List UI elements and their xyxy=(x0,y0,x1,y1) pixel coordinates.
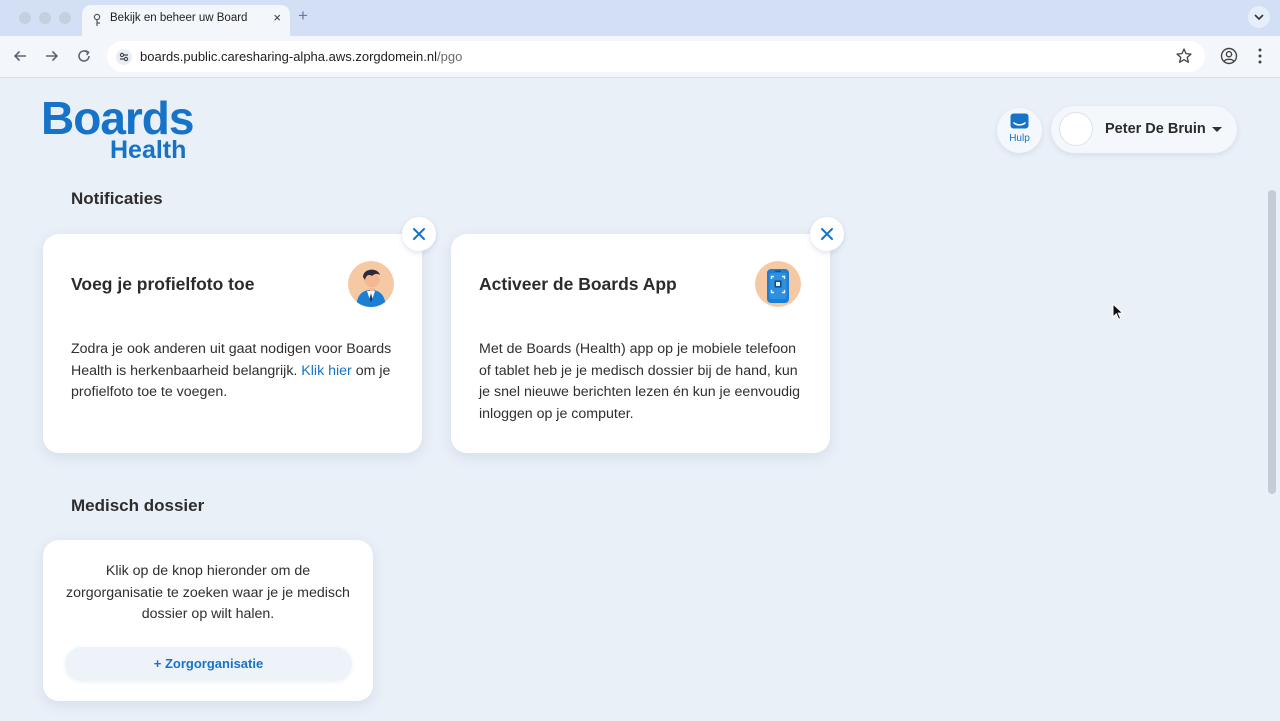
boards-health-logo[interactable]: Boards Health xyxy=(41,92,194,164)
page-content: Boards Health Hulp Peter De Bruin Notifi… xyxy=(0,78,1280,721)
dismiss-profile-photo-button[interactable] xyxy=(402,217,436,251)
url-text: boards.public.caresharing-alpha.aws.zorg… xyxy=(140,49,462,64)
back-button[interactable] xyxy=(10,46,30,66)
tab-title: Bekijk en beheer uw Boards xyxy=(110,12,248,24)
medical-record-card: Klik op de knop hieronder om de zorgorga… xyxy=(43,540,373,701)
dismiss-activate-app-button[interactable] xyxy=(810,217,844,251)
browser-tab[interactable]: Bekijk en beheer uw Boards × xyxy=(82,5,290,36)
browser-toolbar: boards.public.caresharing-alpha.aws.zorg… xyxy=(0,36,1280,78)
card-title: Voeg je profielfoto toe xyxy=(71,274,255,294)
tab-search-button[interactable] xyxy=(1248,6,1270,28)
arrow-left-icon xyxy=(13,50,26,62)
caret-down-icon xyxy=(1212,127,1222,132)
address-bar[interactable]: boards.public.caresharing-alpha.aws.zorg… xyxy=(107,41,1205,72)
close-icon xyxy=(413,228,425,240)
close-icon xyxy=(821,228,833,240)
medical-record-heading: Medisch dossier xyxy=(71,496,205,515)
page-scrollbar[interactable] xyxy=(1268,190,1276,494)
url-host: boards.public.caresharing-alpha.aws.zorg… xyxy=(140,49,438,64)
reload-button[interactable] xyxy=(74,46,94,66)
add-care-organisation-button[interactable]: + Zorgorganisatie xyxy=(65,647,352,681)
site-favicon-icon xyxy=(93,13,101,26)
arrow-right-icon xyxy=(46,50,59,62)
window-close-dot[interactable] xyxy=(19,12,31,24)
add-photo-link[interactable]: Klik hier xyxy=(301,363,351,379)
tab-close-icon[interactable]: × xyxy=(273,10,281,25)
notification-card-activate-app: Activeer de Boards App Met de Boards (He… xyxy=(451,234,830,453)
chat-help-icon xyxy=(1010,113,1029,129)
logo-health-text: Health xyxy=(110,136,187,164)
notifications-heading: Notificaties xyxy=(71,189,163,208)
browser-titlebar: Bekijk en beheer uw Boards × + xyxy=(0,0,1280,36)
phone-qr-icon xyxy=(755,261,801,307)
kebab-menu-icon[interactable] xyxy=(1253,46,1267,66)
forward-button[interactable] xyxy=(42,46,62,66)
help-label: Hulp xyxy=(1009,133,1030,144)
new-tab-icon[interactable]: + xyxy=(298,6,308,26)
window-minimize-dot[interactable] xyxy=(39,12,51,24)
url-path: /pgo xyxy=(437,49,463,64)
avatar xyxy=(1059,112,1093,146)
profile-person-icon xyxy=(348,261,394,307)
help-button[interactable]: Hulp xyxy=(997,108,1042,153)
card-text: Met de Boards (Health) app op je mobiele… xyxy=(479,341,801,422)
mouse-cursor-icon xyxy=(1112,303,1124,320)
user-menu-button[interactable]: Peter De Bruin xyxy=(1051,106,1237,153)
medical-record-text: Klik op de knop hieronder om de zorgorga… xyxy=(66,563,350,622)
bookmark-star-icon[interactable] xyxy=(1175,47,1193,65)
logo-boards-text: Boards xyxy=(41,92,194,144)
card-text: Zodra je ook anderen uit gaat nodigen vo… xyxy=(71,339,401,404)
reload-icon xyxy=(78,49,90,62)
browser-profile-icon[interactable] xyxy=(1219,46,1239,66)
site-settings-icon[interactable] xyxy=(115,48,133,66)
notification-card-profile-photo: Voeg je profielfoto toe Zodra je ook and… xyxy=(43,234,422,453)
card-title: Activeer de Boards App xyxy=(479,274,677,294)
user-name: Peter De Bruin xyxy=(1105,121,1206,137)
window-zoom-dot[interactable] xyxy=(59,12,71,24)
chevron-down-icon xyxy=(1254,14,1264,20)
